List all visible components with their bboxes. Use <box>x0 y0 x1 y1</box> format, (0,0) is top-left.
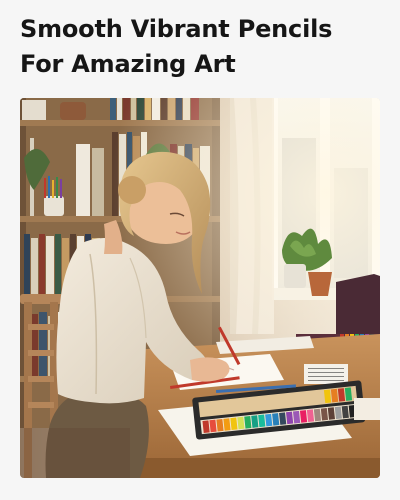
product-card: Smooth Vibrant Pencils For Amazing Art <box>0 0 400 500</box>
product-headline: Smooth Vibrant Pencils For Amazing Art <box>20 12 380 82</box>
headline-line-2: For Amazing Art <box>20 50 236 78</box>
product-photo[interactable] <box>20 98 380 478</box>
headline-line-1: Smooth Vibrant Pencils <box>20 15 333 43</box>
